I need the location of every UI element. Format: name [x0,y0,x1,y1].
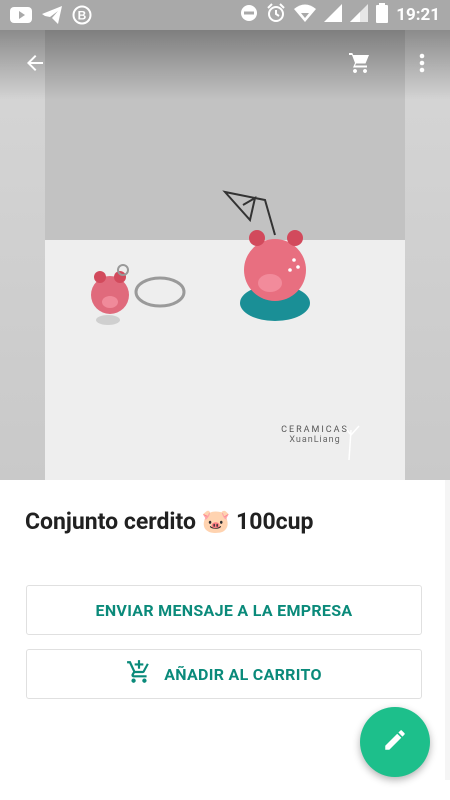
cart-button[interactable] [340,45,380,85]
alarm-icon [266,3,286,27]
wifi-icon [294,4,317,26]
signal-icon [324,4,343,26]
scroll-edge [445,480,450,780]
bitcoin-icon: B [72,5,92,29]
signal-icon [350,4,369,26]
edit-fab[interactable] [360,707,430,777]
send-message-button[interactable]: ENVIAR MENSAJE A LA EMPRESA [26,585,422,635]
more-vertical-icon [410,51,434,79]
back-button[interactable] [15,45,55,85]
telegram-icon [42,6,62,28]
appbar-scrim [0,30,450,100]
add-to-cart-button[interactable]: AÑADIR AL CARRITO [26,649,422,699]
pencil-icon [382,727,408,757]
svg-text:B: B [78,9,87,23]
watermark-text: CERAMICAS [281,425,349,435]
add-shopping-cart-icon [126,659,152,689]
send-message-label: ENVIAR MENSAJE A LA EMPRESA [95,600,353,620]
status-bar: B 19:21 [0,0,450,30]
status-time: 19:21 [396,5,440,25]
product-title: Conjunto cerdito 🐷 100cup [25,508,314,535]
watermark-subtext: XuanLiang [289,435,341,445]
photo-watermark: CERAMICAS XuanLiang [275,425,355,445]
battery-icon [376,3,389,27]
do-not-disturb-icon [240,4,258,26]
youtube-icon [10,7,32,27]
arrow-left-icon [23,51,47,79]
more-options-button[interactable] [402,45,442,85]
cart-icon [348,51,372,79]
add-to-cart-label: AÑADIR AL CARRITO [164,664,322,684]
